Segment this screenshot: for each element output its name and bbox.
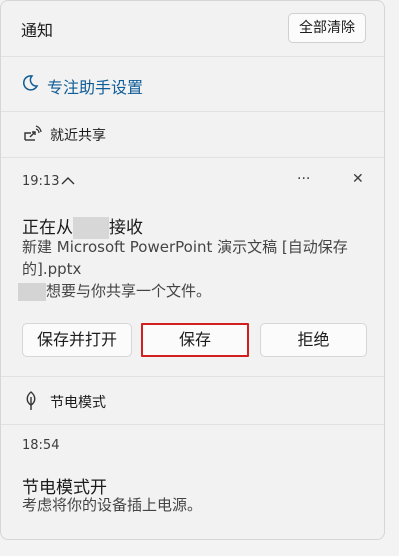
header-title: 通知 bbox=[21, 21, 54, 40]
divider bbox=[1, 376, 384, 377]
leaf-icon bbox=[26, 391, 36, 410]
close-icon[interactable]: ✕ bbox=[352, 171, 364, 187]
moon-icon bbox=[22, 75, 39, 91]
notification-center: 通知 全部清除 专注助手设置 就近共享 19:13 ··· ✕ 正在从 接收 新建… bbox=[0, 0, 385, 540]
divider bbox=[1, 157, 384, 158]
notification-time: 19:13 bbox=[22, 174, 60, 189]
notification-time: 18:54 bbox=[22, 438, 60, 453]
divider bbox=[1, 424, 384, 425]
chevron-up-icon[interactable] bbox=[61, 176, 75, 186]
body-line-3: 想要与你共享一个文件。 bbox=[18, 280, 367, 302]
body-line-2: 的].pptx bbox=[22, 260, 82, 278]
notification-body: 新建 Microsoft PowerPoint 演示文稿 [自动保存 的].pp… bbox=[18, 236, 367, 302]
title-suffix: 接收 bbox=[109, 218, 143, 238]
more-options-icon[interactable]: ··· bbox=[297, 171, 310, 187]
notification-header: 通知 全部清除 bbox=[1, 1, 384, 56]
save-and-open-button[interactable]: 保存并打开 bbox=[22, 323, 132, 357]
decline-button[interactable]: 拒绝 bbox=[260, 323, 367, 357]
notification-body: 考虑将你的设备插上电源。 bbox=[22, 496, 203, 514]
share-wireless-icon bbox=[24, 125, 42, 141]
section-title-nearby-sharing: 就近共享 bbox=[50, 128, 106, 144]
title-prefix: 正在从 bbox=[22, 218, 73, 238]
section-title-battery-saver: 节电模式 bbox=[50, 395, 106, 411]
redacted-sender bbox=[18, 282, 46, 301]
save-button[interactable]: 保存 bbox=[141, 323, 249, 357]
body-line-3-text: 想要与你共享一个文件。 bbox=[46, 282, 212, 300]
divider bbox=[1, 111, 384, 112]
body-line-1: 新建 Microsoft PowerPoint 演示文稿 [自动保存 bbox=[22, 238, 348, 256]
focus-assist-label: 专注助手设置 bbox=[47, 78, 144, 97]
focus-assist-settings-link[interactable]: 专注助手设置 bbox=[1, 57, 384, 111]
clear-all-button[interactable]: 全部清除 bbox=[288, 13, 366, 43]
